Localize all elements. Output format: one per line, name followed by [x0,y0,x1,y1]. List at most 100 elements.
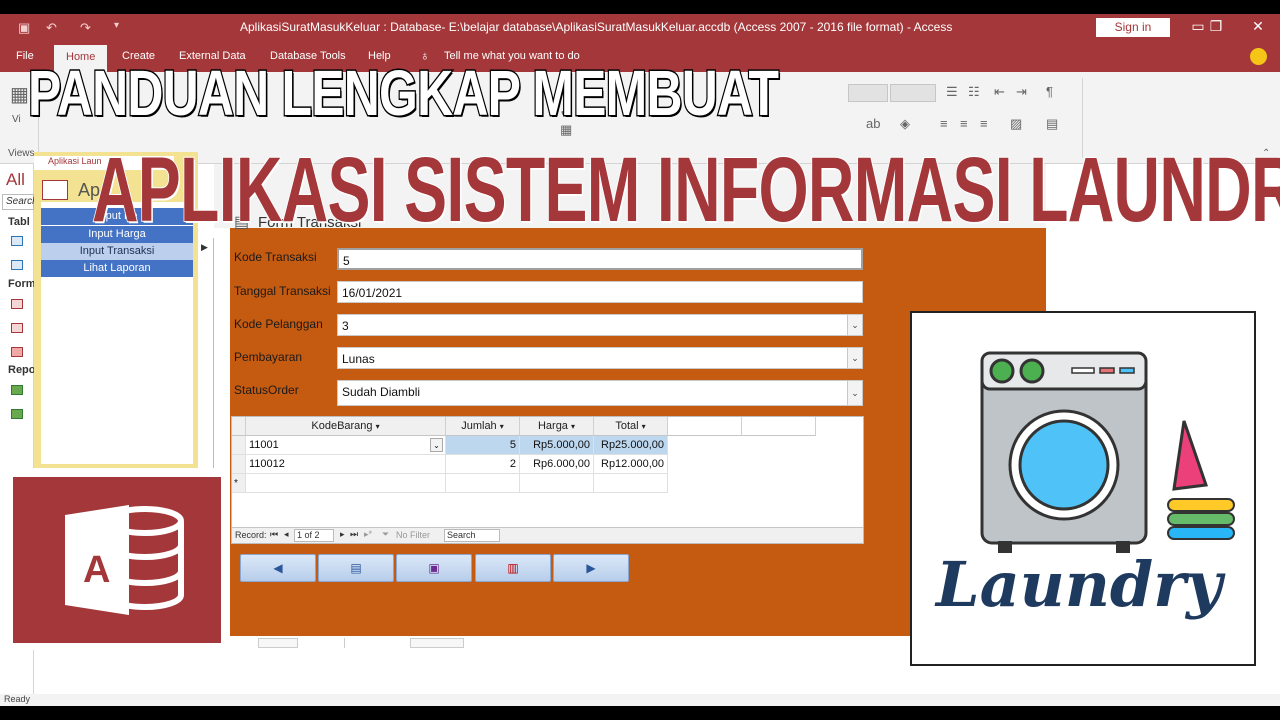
increase-indent-icon[interactable]: ⇥ [1016,84,1027,100]
close-icon[interactable]: ✕ [1248,18,1268,35]
font-size-select[interactable] [890,84,936,102]
switchboard-logo-icon [42,180,68,200]
new-row-harga[interactable] [520,474,594,493]
kode-pelanggan-combo[interactable]: 3 ⌄ [337,314,863,336]
customize-quick-access-icon[interactable]: ▾ [114,20,119,31]
record-tab[interactable] [258,638,298,648]
view-icon[interactable]: ▦ [10,82,29,107]
previous-record-icon[interactable]: ◂ [284,529,289,540]
font-select[interactable] [848,84,888,102]
paragraph-icon[interactable]: ¶ [1046,84,1053,99]
chevron-down-icon[interactable]: ⌄ [847,315,862,335]
form-icon[interactable] [11,347,23,357]
column-kode-barang[interactable]: KodeBarang ▾ [246,417,446,436]
table-icon[interactable] [11,260,23,270]
alternate-row-color-icon[interactable]: ▤ [1046,116,1058,132]
next-record-button[interactable]: ▶ [553,554,629,582]
new-row-total[interactable] [594,474,668,493]
nav-search-input[interactable]: Search [2,194,38,210]
nav-pane-header[interactable]: All [6,170,25,190]
record-label: Record: [235,530,267,540]
report-icon[interactable] [11,409,23,419]
column-jumlah[interactable]: Jumlah ▾ [446,417,520,436]
ribbon-display-icon[interactable]: ▭ [1188,18,1208,35]
table-row-2-total[interactable]: Rp12.000,00 [594,455,668,474]
next-record-icon[interactable]: ▸ [340,529,345,540]
select-all-corner[interactable] [232,417,246,436]
pembayaran-combo[interactable]: Lunas ⌄ [337,347,863,369]
bullets-icon[interactable]: ☰ [946,84,958,100]
decrease-indent-icon[interactable]: ⇤ [994,84,1005,100]
table-row-1-total[interactable]: Rp25.000,00 [594,436,668,455]
maximize-icon[interactable]: ❐ [1206,18,1226,35]
menu-input-transaksi[interactable]: Input Transaksi [41,243,193,260]
table-icon[interactable] [11,236,23,246]
table-row-1-jumlah[interactable]: 5 [446,436,520,455]
minimize-icon[interactable]: – [1148,16,1168,32]
new-row-jumlah[interactable] [446,474,520,493]
status-text: Ready [4,694,31,704]
feedback-smiley-icon[interactable] [1250,48,1267,65]
text-highlight-icon[interactable]: ab [866,116,880,131]
current-record-field[interactable]: 1 of 2 [294,529,334,542]
chevron-down-icon[interactable]: ⌄ [430,438,443,452]
table-row-2-kode[interactable]: 110012 [246,455,446,474]
record-tab[interactable] [410,638,464,648]
label-status-order: StatusOrder [234,383,299,397]
row-selector[interactable] [232,436,246,455]
status-order-combo[interactable]: Sudah Diambli ⌄ [337,380,863,406]
kode-pelanggan-value: 3 [342,319,349,333]
menu-lihat-laporan[interactable]: Lihat Laporan [41,260,193,277]
filter-icon[interactable]: ⏷ [382,529,389,540]
label-kode-pelanggan: Kode Pelanggan [234,317,323,331]
new-row-kode[interactable] [246,474,446,493]
new-record-button[interactable]: ▤ [318,554,394,582]
undo-icon[interactable]: ↶ [46,20,57,36]
sort-arrow-icon: ▾ [375,422,380,431]
form-icon[interactable] [11,323,23,333]
pembayaran-value: Lunas [342,352,375,366]
last-record-icon[interactable]: ⏭ [350,529,358,540]
column-jumlah-label: Jumlah [461,420,497,432]
align-right-icon[interactable]: ≡ [980,116,988,131]
kode-transaksi-field[interactable]: 5 [337,248,863,270]
numbering-icon[interactable]: ☷ [968,84,980,100]
column-total[interactable]: Total ▾ [594,417,668,436]
new-record-icon: ▤ [350,561,362,575]
tanggal-transaksi-field[interactable]: 16/01/2021 [337,281,863,303]
label-kode-transaksi: Kode Transaksi [234,250,317,264]
chevron-down-icon[interactable]: ⌄ [847,348,862,368]
align-center-icon[interactable]: ≡ [960,116,968,131]
nav-group-reports[interactable]: Repo [8,364,36,376]
table-row-1-harga[interactable]: Rp5.000,00 [520,436,594,455]
headline-line-1: PANDUAN LENGKAP MEMBUAT [27,56,780,131]
column-harga[interactable]: Harga ▾ [520,417,594,436]
previous-record-button[interactable]: ◀ [240,554,316,582]
delete-record-button[interactable]: ▥ [475,554,551,582]
empty-column-header [668,417,742,436]
save-record-button[interactable]: ▣ [396,554,472,582]
table-row-1-kode[interactable]: 11001 ⌄ [246,436,446,455]
new-blank-record-icon[interactable]: ▸* [364,529,372,540]
label-tanggal-transaksi: Tanggal Transaksi [234,284,331,298]
new-record-marker[interactable]: * [232,474,246,493]
row-selector[interactable] [232,455,246,474]
align-left-icon[interactable]: ≡ [940,116,948,131]
report-icon[interactable] [11,385,23,395]
table-row-2-jumlah[interactable]: 2 [446,455,520,474]
save-icon[interactable]: ▣ [18,20,30,36]
chevron-down-icon[interactable]: ⌄ [847,381,862,405]
nav-group-forms[interactable]: Form [8,278,36,290]
first-record-icon[interactable]: ⏮ [270,529,278,540]
fill-color-icon[interactable]: ◈ [900,116,910,132]
table-row-2-harga[interactable]: Rp6.000,00 [520,455,594,474]
view-button-label[interactable]: Vi [12,114,21,125]
redo-icon[interactable]: ↷ [80,20,91,36]
gridlines-icon[interactable]: ▨ [1010,116,1022,132]
record-selector-bar[interactable]: ▶ [198,238,214,468]
sort-arrow-icon: ▾ [641,422,646,431]
form-icon[interactable] [11,299,23,309]
no-filter-indicator[interactable]: No Filter [396,530,430,540]
subform-search-input[interactable]: Search [444,529,500,542]
nav-group-tables[interactable]: Tabl [8,216,30,228]
